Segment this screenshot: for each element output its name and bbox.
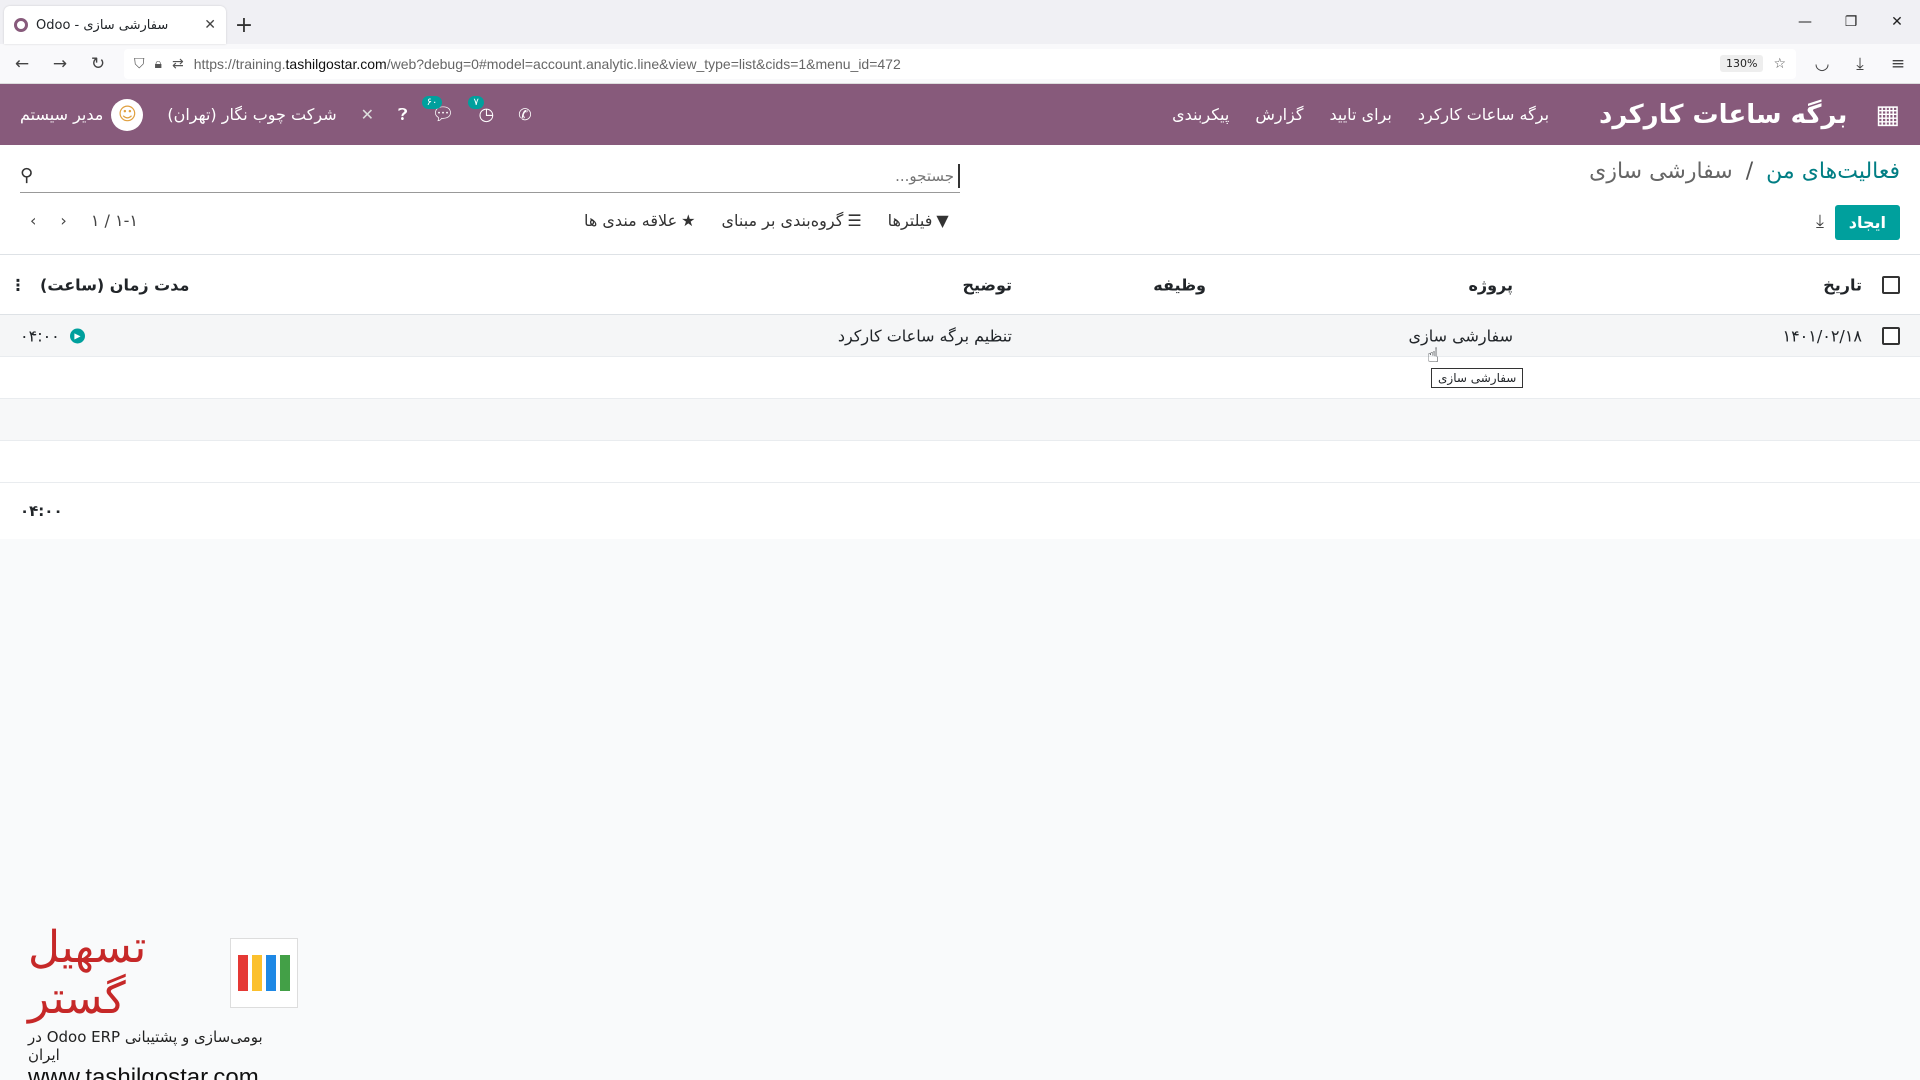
watermark-name: تسهیل گستر <box>28 922 147 1024</box>
tab-close-icon[interactable]: ✕ <box>204 17 216 33</box>
breadcrumb-my-activities[interactable]: فعالیت‌های من <box>1766 159 1900 184</box>
row-checkbox[interactable] <box>1882 326 1900 345</box>
url-bar[interactable]: ⛉ 🔒︎ ⇄ https://training.tashilgostar.com… <box>124 48 1796 79</box>
list-view: تاریخ پروژه وظیفه توضیح مدت زمان (ساعت) … <box>0 255 1920 539</box>
groupby-dropdown[interactable]: ☰گروه‌بندی بر مبنای <box>721 211 861 230</box>
filters-dropdown[interactable]: ▼فیلترها <box>888 211 949 230</box>
lock-icon: 🔒︎ <box>154 55 162 72</box>
new-tab-icon[interactable]: + <box>226 6 262 44</box>
breadcrumb: فعالیت‌های من / سفارشی سازی <box>1589 159 1900 184</box>
permissions-icon: ⇄ <box>171 55 184 72</box>
search-icon[interactable]: ⚲ <box>20 165 33 186</box>
pager: ‹ › ۱-۱ / ۱ <box>30 211 138 230</box>
search-input[interactable] <box>33 163 960 188</box>
control-panel: فعالیت‌های من / سفارشی سازی ⚲ ایجاد ⤓ ▼ف… <box>0 145 1920 255</box>
user-name: مدیر سیستم <box>20 105 104 124</box>
export-download-icon[interactable]: ⤓ <box>1816 211 1824 232</box>
tooltip: سفارشی سازی <box>1431 368 1524 388</box>
empty-row <box>0 357 1920 399</box>
reload-icon[interactable]: ↻ <box>86 54 110 74</box>
column-duration[interactable]: مدت زمان (ساعت) <box>40 275 189 294</box>
shield-icon: ⛉ <box>134 55 145 72</box>
menu-item-configuration[interactable]: پیکربندی <box>1172 105 1229 124</box>
table-footer: ۰۴:۰۰ <box>0 483 1920 539</box>
menu-icon[interactable]: ≡ <box>1886 54 1910 74</box>
logo-mark-icon <box>230 938 298 1008</box>
messages-badge: ۶۰ <box>421 96 443 109</box>
column-task[interactable]: وظیفه <box>1153 275 1206 294</box>
odoo-main-navbar: ▦ برگه ساعات کارکرد برگه ساعات کارکرد بر… <box>0 84 1920 145</box>
watermark-tagline: بومی‌سازی و پشتیبانی Odoo ERP در ایران <box>28 1028 263 1064</box>
favorites-star-icon: ★ <box>681 211 696 230</box>
tashilgostar-logo: تسهیل گستر <box>28 922 298 1024</box>
empty-row <box>0 441 1920 483</box>
zoom-level[interactable]: 130% <box>1719 55 1764 72</box>
tab-title: Odoo - سفارشی سازی <box>36 17 169 33</box>
pager-next-icon[interactable]: › <box>60 211 66 230</box>
phone-icon[interactable]: ✆ <box>518 105 531 124</box>
pocket-icon[interactable]: ◡ <box>1810 54 1834 74</box>
downloads-icon[interactable]: ⤓ <box>1848 54 1872 74</box>
app-menu: برگه ساعات کارکرد برای تایید گزارش پیکرب… <box>1172 105 1549 124</box>
table-header: تاریخ پروژه وظیفه توضیح مدت زمان (ساعت) … <box>0 255 1920 315</box>
menu-item-reporting[interactable]: گزارش <box>1255 105 1303 124</box>
breadcrumb-current: سفارشی سازی <box>1589 159 1733 184</box>
favorites-dropdown[interactable]: ★علاقه مندی ها <box>584 211 695 230</box>
apps-grid-icon[interactable]: ▦ <box>1875 100 1900 130</box>
menu-item-timesheets[interactable]: برگه ساعات کارکرد <box>1418 105 1549 124</box>
total-duration: ۰۴:۰۰ <box>20 502 63 520</box>
avatar: ☺ <box>111 98 144 131</box>
minimize-icon[interactable]: — <box>1782 0 1828 44</box>
window-close-icon[interactable]: ✕ <box>1874 0 1920 44</box>
help-icon[interactable]: ❓︎ <box>398 105 408 125</box>
search-options: ▼فیلترها ☰گروه‌بندی بر مبنای ★علاقه مندی… <box>584 211 949 230</box>
column-date[interactable]: تاریخ <box>1823 275 1862 294</box>
window-controls: — ❐ ✕ <box>1782 0 1920 44</box>
table-row[interactable]: ۱۴۰۱/۰۲/۱۸ سفارشی سازی تنظیم برگه ساعات … <box>0 315 1920 357</box>
browser-navbar: ← → ↻ ⛉ 🔒︎ ⇄ https://training.tashilgost… <box>0 44 1920 84</box>
browser-tabbar: Odoo - سفارشی سازی ✕ + — ❐ ✕ <box>0 0 1920 44</box>
activities-badge: ۷ <box>468 96 484 109</box>
bookmark-star-icon[interactable]: ☆ <box>1773 56 1786 72</box>
odoo-favicon-icon <box>14 18 28 32</box>
systray: ☺ مدیر سیستم شرکت چوب نگار (تهران) ✕ ❓︎ … <box>20 84 532 145</box>
messages-icon[interactable]: 💬︎ ۶۰ <box>421 96 454 125</box>
watermark-url: www.tashilgostar.com <box>28 1064 259 1080</box>
empty-row <box>0 399 1920 441</box>
row-date: ۱۴۰۱/۰۲/۱۸ <box>1782 326 1862 345</box>
breadcrumb-separator: / <box>1745 159 1754 184</box>
restore-icon[interactable]: ❐ <box>1828 0 1874 44</box>
select-all-checkbox[interactable] <box>1882 275 1900 294</box>
row-project[interactable]: سفارشی سازی <box>1409 326 1513 345</box>
groupby-list-icon: ☰ <box>847 211 862 230</box>
search-bar: ⚲ <box>20 159 960 193</box>
filter-funnel-icon: ▼ <box>936 211 949 230</box>
user-menu[interactable]: ☺ مدیر سیستم <box>20 98 144 131</box>
pager-prev-icon[interactable]: ‹ <box>30 211 36 230</box>
menu-item-to-validate[interactable]: برای تایید <box>1329 105 1391 124</box>
watermark: تسهیل گستر بومی‌سازی و پشتیبانی Odoo ERP… <box>28 922 298 1080</box>
hand-cursor-icon: ☝ <box>1427 343 1440 367</box>
back-icon[interactable]: ← <box>10 54 34 74</box>
timer-play-icon[interactable]: ▶ <box>70 328 85 343</box>
browser-tab[interactable]: Odoo - سفارشی سازی ✕ <box>4 6 226 44</box>
row-duration: ۰۴:۰۰ <box>20 326 60 345</box>
create-button[interactable]: ایجاد <box>1834 205 1900 240</box>
column-project[interactable]: پروژه <box>1468 275 1513 294</box>
url-text: https://training.tashilgostar.com/web?de… <box>193 55 901 72</box>
app-title[interactable]: برگه ساعات کارکرد <box>1599 100 1847 130</box>
column-options-icon[interactable]: ⋮ <box>10 275 26 294</box>
column-description[interactable]: توضیح <box>962 275 1012 294</box>
activities-clock-icon[interactable]: ◷ ۷ <box>468 96 494 125</box>
company-name[interactable]: شرکت چوب نگار (تهران) <box>167 105 336 124</box>
row-description: تنظیم برگه ساعات کارکرد <box>837 326 1012 345</box>
pager-value[interactable]: ۱-۱ / ۱ <box>91 211 138 230</box>
debug-tools-icon[interactable]: ✕ <box>361 105 374 124</box>
forward-icon[interactable]: → <box>48 54 72 74</box>
